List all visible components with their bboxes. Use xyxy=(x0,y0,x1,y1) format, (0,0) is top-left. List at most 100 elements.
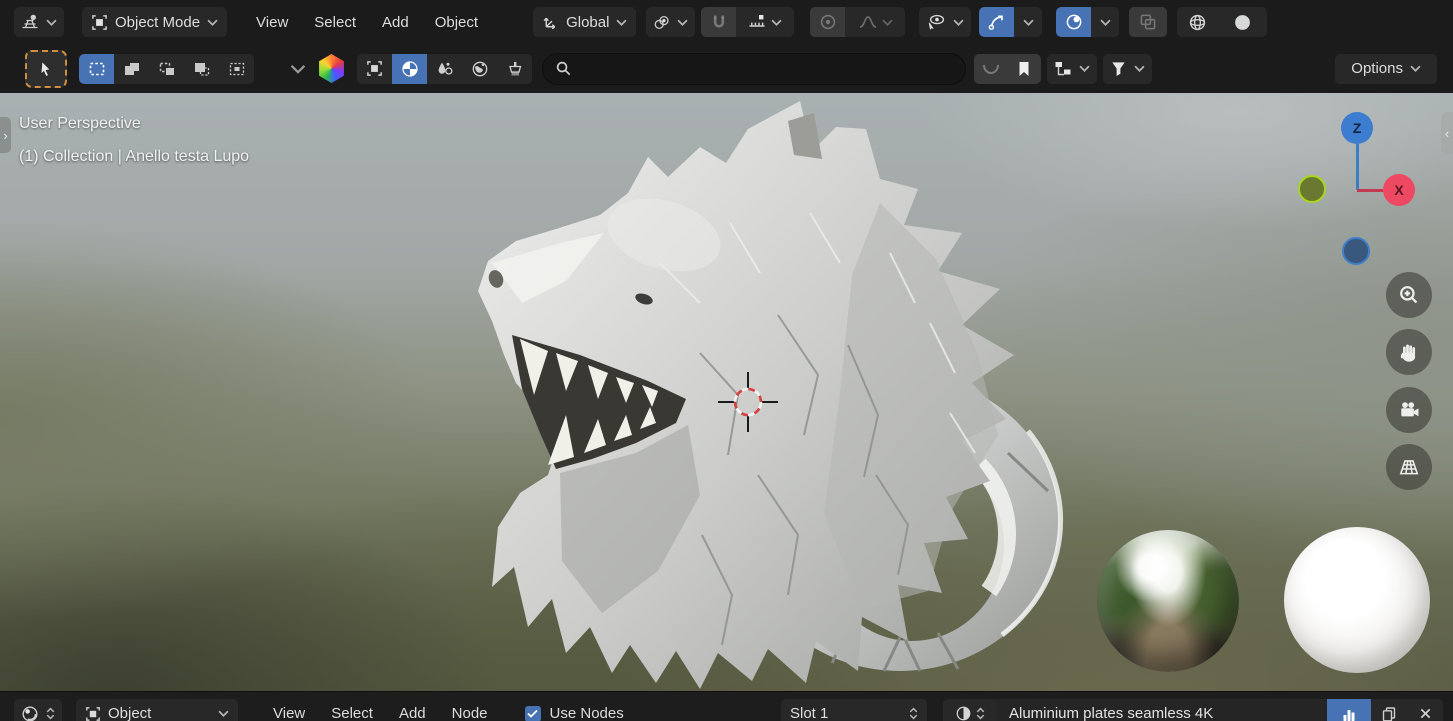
globe-icon xyxy=(471,60,489,78)
gizmo-dropdown[interactable] xyxy=(1014,7,1043,37)
chevron-down-icon xyxy=(882,19,893,26)
checker-sphere-icon xyxy=(401,60,419,78)
select-mode-intersect[interactable] xyxy=(219,53,254,84)
outliner-display-dropdown[interactable] xyxy=(1047,53,1097,84)
menu-view[interactable]: View xyxy=(243,14,301,31)
bookmark-button[interactable] xyxy=(1007,53,1041,84)
xray-icon xyxy=(1139,13,1157,31)
copy-icon xyxy=(1381,706,1397,721)
menu-select[interactable]: Select xyxy=(301,14,369,31)
search-input[interactable] xyxy=(580,60,953,77)
pivot-point-dropdown[interactable] xyxy=(646,7,696,37)
visibility-dropdown[interactable] xyxy=(919,7,972,37)
snap-group xyxy=(701,7,795,37)
eye-cursor-icon xyxy=(926,13,946,31)
gizmo-axis-z[interactable]: Z xyxy=(1341,112,1373,144)
shader-type-dropdown[interactable]: Object xyxy=(76,698,238,721)
select-mode-subtract[interactable] xyxy=(149,53,184,84)
snap-target-dropdown[interactable] xyxy=(736,7,795,37)
new-material-button[interactable] xyxy=(1371,698,1407,721)
node-menubar: View Select Add Node xyxy=(260,705,501,721)
chevron-down-icon xyxy=(616,19,627,26)
collapse-curve-button[interactable] xyxy=(974,53,1007,84)
menu-add[interactable]: Add xyxy=(369,14,422,31)
unlink-material-button[interactable] xyxy=(1407,698,1443,721)
editor-type-button-bottom[interactable] xyxy=(14,698,62,721)
gizmo-axis-y-neg[interactable] xyxy=(1298,175,1326,203)
options-dropdown[interactable]: Options xyxy=(1335,53,1437,84)
tool-settings-bar: Options xyxy=(0,44,1453,93)
menu-node-bottom[interactable]: Node xyxy=(439,705,501,721)
falloff-curve-icon xyxy=(858,13,878,31)
paint-tool-button[interactable] xyxy=(497,53,532,84)
browse-material-button[interactable] xyxy=(943,698,997,721)
show-gizmo-toggle[interactable] xyxy=(979,7,1015,37)
hand-icon xyxy=(1398,341,1420,363)
menu-add-bottom[interactable]: Add xyxy=(386,705,439,721)
show-overlays-toggle[interactable] xyxy=(1056,7,1092,37)
checkbox-checked-icon xyxy=(524,705,541,721)
menu-object[interactable]: Object xyxy=(422,14,491,31)
editor-type-button[interactable] xyxy=(14,7,64,37)
slot-dropdown[interactable]: Slot 1 xyxy=(781,698,927,721)
chevron-down-icon xyxy=(1134,65,1145,72)
orientation-global-icon xyxy=(542,14,559,31)
select-invert-icon xyxy=(194,62,210,76)
search-bar[interactable] xyxy=(542,52,966,85)
material-preview-button[interactable] xyxy=(392,53,427,84)
color-attribute-icon[interactable] xyxy=(319,54,344,83)
select-mode-invert[interactable] xyxy=(184,53,219,84)
gizmo-x-line xyxy=(1357,189,1384,192)
material-users-button[interactable] xyxy=(1327,698,1371,721)
toolbar-expand-handle[interactable]: › xyxy=(0,117,11,153)
object-mode-icon xyxy=(91,14,108,31)
shading-solid-button[interactable] xyxy=(1218,7,1268,37)
select-new-icon xyxy=(89,62,105,76)
mode-selector-dropdown[interactable]: Object Mode xyxy=(82,7,228,37)
droplet-ball-icon xyxy=(436,60,454,78)
shader-editor-header: Object View Select Add Node Use Nodes Sl… xyxy=(0,691,1453,721)
expand-chevron-icon[interactable] xyxy=(290,64,306,74)
sidebar-expand-handle[interactable]: ‹ xyxy=(1441,112,1453,154)
active-tool-tweak-button[interactable] xyxy=(25,49,67,88)
zoom-button[interactable] xyxy=(1386,272,1432,318)
transform-orientation-dropdown[interactable]: Global xyxy=(533,7,637,37)
camera-view-button[interactable] xyxy=(1386,387,1432,433)
overlays-dropdown[interactable] xyxy=(1091,7,1120,37)
toggle-projection-button[interactable] xyxy=(1386,444,1432,490)
use-nodes-toggle[interactable]: Use Nodes xyxy=(524,705,624,721)
proportional-editing-toggle[interactable] xyxy=(810,7,846,37)
chevron-down-icon xyxy=(1410,65,1421,72)
close-icon xyxy=(1419,707,1432,720)
mode-label: Object Mode xyxy=(115,13,201,31)
select-mode-new[interactable] xyxy=(79,53,114,84)
select-intersect-icon xyxy=(229,62,245,76)
fluid-button[interactable] xyxy=(427,53,462,84)
filter-dropdown[interactable] xyxy=(1103,53,1152,84)
pivot-point-icon xyxy=(653,14,670,31)
zoom-plus-icon xyxy=(1398,284,1420,306)
view-name-label: User Perspective xyxy=(19,115,141,132)
xray-toggle[interactable] xyxy=(1129,7,1168,37)
move-view-button[interactable] xyxy=(1386,329,1432,375)
active-object-label: (1) Collection | Anello testa Lupo xyxy=(19,148,250,165)
falloff-dropdown[interactable] xyxy=(845,7,906,37)
material-name-field[interactable]: Aluminium plates seamless 4K xyxy=(997,698,1327,721)
viewport-canvas[interactable]: User Perspective (1) Collection | Anello… xyxy=(0,93,1453,691)
select-subtract-icon xyxy=(159,62,175,76)
select-mode-extend[interactable] xyxy=(114,53,149,84)
proportional-editing-group xyxy=(810,7,906,37)
snap-toggle-button[interactable] xyxy=(701,7,737,37)
gizmo-axis-z-neg[interactable] xyxy=(1342,237,1370,265)
gizmo-axis-x[interactable]: X xyxy=(1383,174,1415,206)
material-sphere-icon xyxy=(955,705,972,721)
overlays-icon xyxy=(1065,13,1083,31)
menu-view-bottom[interactable]: View xyxy=(260,705,318,721)
world-button[interactable] xyxy=(462,53,497,84)
menu-select-bottom[interactable]: Select xyxy=(318,705,386,721)
object-display-button[interactable] xyxy=(357,53,392,84)
shading-wireframe-button[interactable] xyxy=(1177,7,1219,37)
filter-funnel-icon xyxy=(1110,60,1127,77)
material-widget: Aluminium plates seamless 4K xyxy=(943,698,1443,721)
camera-icon xyxy=(1398,399,1420,421)
